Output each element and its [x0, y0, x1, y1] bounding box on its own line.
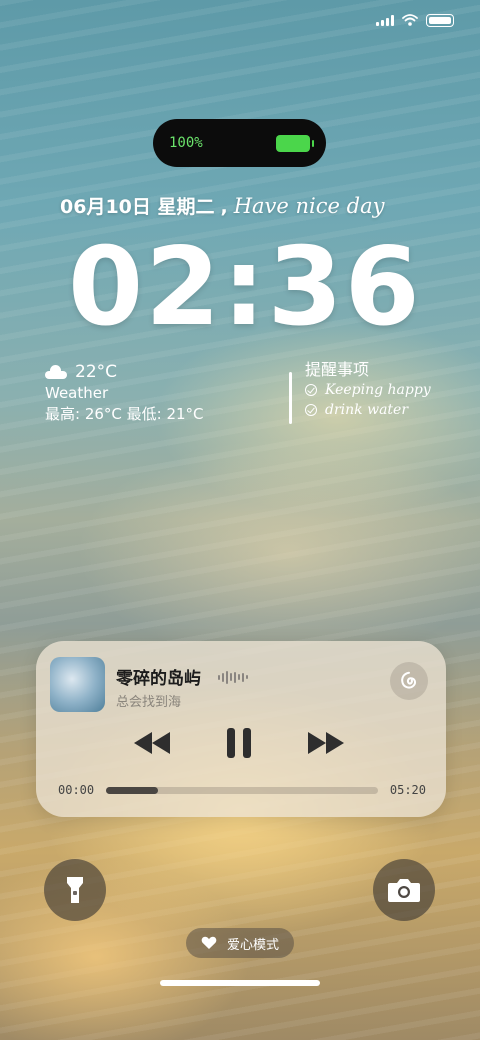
love-mode-pill[interactable]: 爱心模式	[186, 928, 294, 958]
music-player[interactable]: 零碎的岛屿 总会找到海 00:00 05:20	[36, 641, 446, 817]
progress-fill	[106, 787, 158, 794]
signal-icon	[376, 14, 394, 26]
reminder-widget[interactable]: 提醒事项 Keeping happy drink water	[305, 360, 431, 420]
date-row: 06月10日 星期二 , Have nice day	[60, 192, 440, 219]
reminder-divider	[289, 372, 292, 424]
greeting: Have nice day	[233, 194, 385, 218]
flashlight-icon	[67, 877, 83, 903]
battery-percent: 100%	[169, 135, 203, 151]
reminder-item: drink water	[305, 400, 431, 420]
weather-range: 最高: 26°C 最低: 21°C	[45, 405, 204, 423]
status-bar	[376, 12, 454, 28]
pause-icon[interactable]	[222, 726, 256, 760]
playback-controls	[132, 726, 346, 760]
dynamic-island[interactable]: 100%	[153, 119, 326, 167]
check-icon	[305, 404, 317, 416]
home-indicator[interactable]	[160, 980, 320, 986]
weather-widget[interactable]: 22°C Weather 最高: 26°C 最低: 21°C	[45, 362, 204, 425]
total-time: 05:20	[389, 783, 426, 797]
previous-icon[interactable]	[132, 726, 172, 760]
weather-label: Weather	[45, 384, 109, 402]
battery-icon	[426, 13, 454, 27]
reminder-title: 提醒事项	[305, 360, 370, 379]
flashlight-button[interactable]	[44, 859, 106, 921]
check-icon	[305, 384, 317, 396]
current-time: 00:00	[58, 783, 95, 797]
audio-wave-icon	[218, 670, 248, 684]
heart-icon	[201, 936, 217, 949]
camera-icon	[388, 879, 420, 902]
date-separator: ,	[220, 196, 228, 218]
progress-bar[interactable]	[106, 787, 378, 794]
reminder-item: Keeping happy	[305, 380, 431, 400]
song-artist: 总会找到海	[116, 695, 182, 710]
clock[interactable]: 02:36	[68, 228, 420, 348]
camera-button[interactable]	[373, 859, 435, 921]
date-text: 06月10日 星期二	[60, 196, 215, 218]
love-mode-label: 爱心模式	[226, 937, 279, 953]
netease-music-icon[interactable]	[390, 662, 428, 700]
battery-icon	[276, 134, 314, 152]
weather-temp: 22°C	[75, 362, 118, 382]
song-title: 零碎的岛屿	[116, 669, 201, 689]
cloud-icon	[45, 364, 67, 379]
wifi-icon	[402, 14, 418, 26]
album-art[interactable]	[50, 657, 105, 712]
next-icon[interactable]	[306, 726, 346, 760]
